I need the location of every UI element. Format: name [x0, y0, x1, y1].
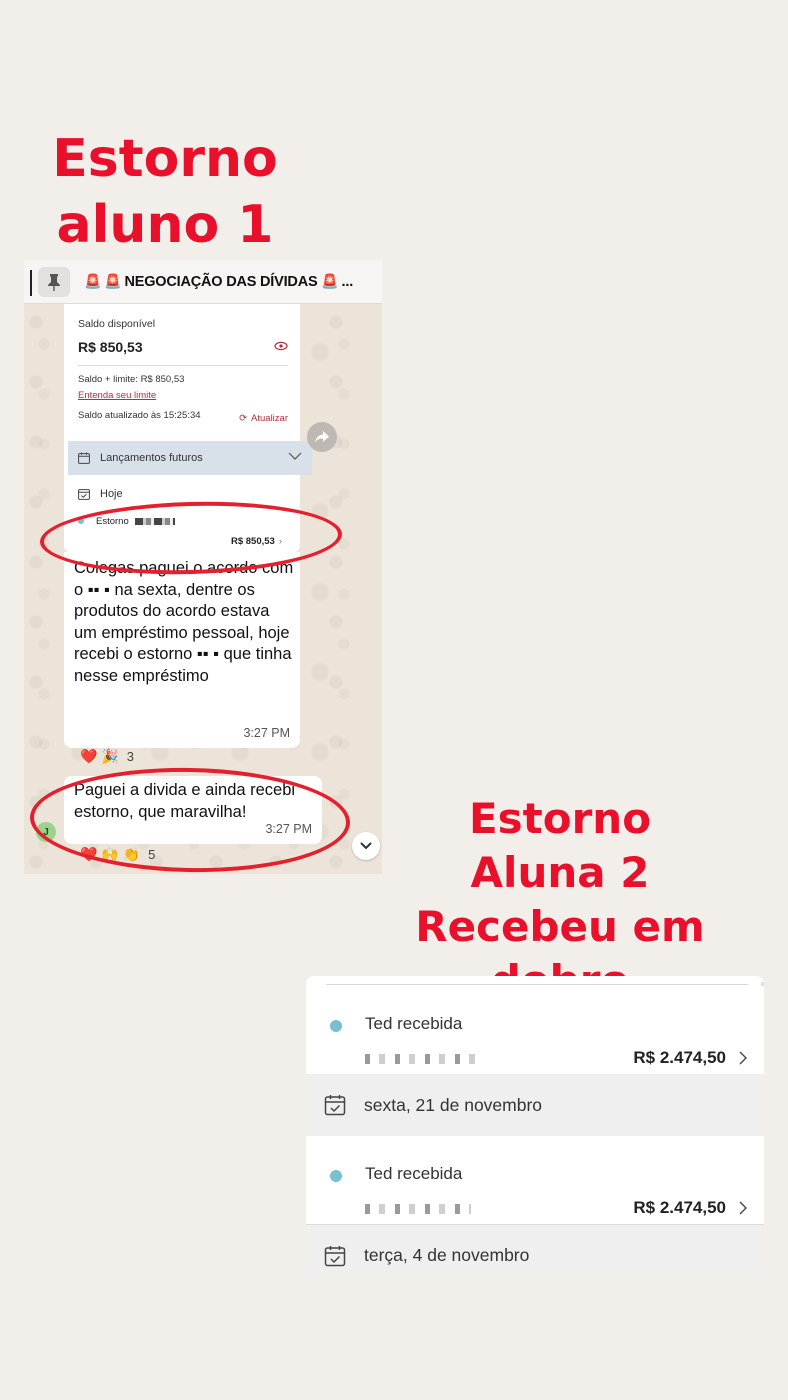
- message-text: Colegas paguei o acordo com o ▪▪ ▪ na se…: [74, 559, 294, 685]
- calendar-check-icon: [78, 489, 90, 500]
- chevron-right-icon: [739, 1201, 747, 1215]
- redacted-sender: [365, 1204, 471, 1214]
- pinned-title-text: NEGOCIAÇÃO DAS DÍVIDAS: [124, 274, 318, 290]
- message-time: 3:27 PM: [243, 725, 290, 740]
- headline-1-line-1: Estorno: [52, 129, 278, 189]
- date-label: sexta, 21 de novembro: [364, 1094, 543, 1115]
- calendar-check-icon: [324, 1095, 346, 1116]
- updated-text: Saldo atualizado às 15:25:34: [78, 410, 201, 421]
- pinned-ellipsis: ...: [341, 274, 354, 290]
- calendar-check-icon: [324, 1245, 346, 1266]
- pinned-message-bar[interactable]: 🚨 🚨 NEGOCIAÇÃO DAS DÍVIDAS 🚨...: [24, 260, 382, 304]
- transactions-panel: Ted recebida R$ 2.474,50 sexta, 21 de no…: [306, 976, 764, 1276]
- chat-screenshot: 🚨 🚨 NEGOCIAÇÃO DAS DÍVIDAS 🚨... Saldo disp…: [24, 260, 382, 874]
- transaction-amount: R$ 2.474,50: [633, 1198, 726, 1217]
- today-label: Hoje: [100, 488, 123, 500]
- siren-icon: 🚨: [321, 273, 339, 289]
- eye-icon[interactable]: [274, 341, 288, 351]
- balance-value: R$ 850,53: [78, 339, 143, 355]
- headline-2-line-1: Estorno: [468, 794, 652, 843]
- divider: [326, 984, 748, 985]
- chevron-down-icon: [288, 452, 302, 460]
- limit-text: Saldo + limite: R$ 850,53: [78, 374, 185, 385]
- message-reactions[interactable]: ❤️ 🎉 3: [80, 748, 134, 765]
- headline-1-line-2: aluno 1: [56, 195, 274, 255]
- refresh-icon: ⟳: [239, 413, 248, 424]
- refresh-button[interactable]: ⟳ Atualizar: [239, 413, 288, 424]
- future-entries-row[interactable]: Lançamentos futuros: [68, 441, 312, 475]
- transaction-amount: R$ 2.474,50: [633, 1048, 726, 1067]
- headline-estorno-aluno-1: Estorno aluno 1: [30, 126, 300, 258]
- refresh-label: Atualizar: [251, 413, 288, 424]
- balance-label: Saldo disponível: [78, 318, 156, 330]
- reaction-emojis: ❤️ 🎉: [80, 748, 119, 764]
- date-header: terça, 4 de novembro: [306, 1224, 764, 1276]
- transaction-row[interactable]: Ted recebida R$ 2.474,50: [306, 986, 764, 1084]
- siren-icon: 🚨: [104, 273, 122, 289]
- headline-2-line-2: Aluna 2: [470, 848, 650, 897]
- forward-icon: [315, 431, 329, 443]
- status-dot: [330, 1020, 342, 1032]
- chat-message[interactable]: Colegas paguei o acordo com o ▪▪ ▪ na se…: [64, 552, 300, 748]
- reaction-count: 3: [126, 749, 134, 764]
- scroll-down-button[interactable]: [352, 832, 380, 860]
- status-dot: [330, 1170, 342, 1182]
- redacted-sender: [365, 1054, 483, 1064]
- chevron-down-icon: [360, 842, 372, 850]
- transaction-type: Ted recebida: [365, 1164, 463, 1183]
- future-entries-label: Lançamentos futuros: [100, 452, 203, 464]
- date-label: terça, 4 de novembro: [364, 1245, 530, 1265]
- divider: [78, 365, 288, 366]
- siren-icon: 🚨: [84, 273, 102, 289]
- limit-link[interactable]: Entenda seu limite: [78, 390, 156, 401]
- chevron-right-icon: [739, 1051, 747, 1065]
- forward-button[interactable]: [307, 422, 337, 452]
- pinned-title: 🚨 🚨 NEGOCIAÇÃO DAS DÍVIDAS 🚨...: [84, 273, 353, 290]
- transaction-row[interactable]: Ted recebida R$ 2.474,50: [306, 1136, 764, 1234]
- calendar-icon: [78, 452, 90, 464]
- date-header: sexta, 21 de novembro: [306, 1074, 764, 1136]
- transaction-type: Ted recebida: [365, 1014, 463, 1033]
- pinned-indicator: [30, 270, 32, 296]
- pin-icon[interactable]: [38, 266, 70, 297]
